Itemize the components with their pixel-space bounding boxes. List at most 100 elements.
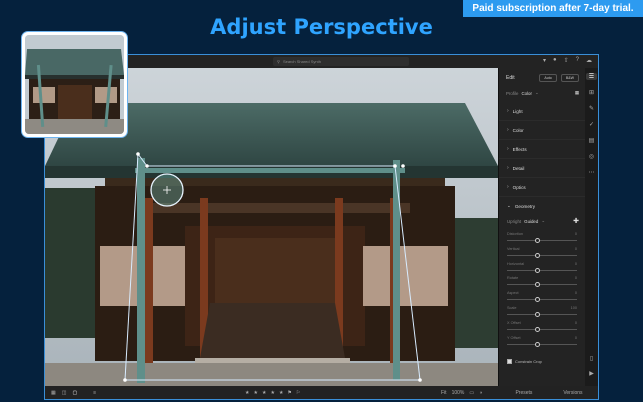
constrain-crop-checkbox[interactable] [507,359,512,365]
comment-icon[interactable]: ▯ [590,355,593,362]
slider-knob[interactable] [535,282,540,288]
section-label: Optics [512,184,526,190]
profile-value: Color [521,90,532,96]
slider-knob[interactable] [535,267,540,273]
chevron-right-icon: › [507,146,509,152]
versions-tab[interactable]: Versions [563,390,582,396]
slider-aspect[interactable]: Aspect 0 [499,288,585,303]
section-geometry[interactable]: ⌄ Geometry [499,197,585,209]
slider-knob[interactable] [535,311,540,317]
healing-brush-icon[interactable]: ✎ [589,105,594,112]
auto-button[interactable]: Auto [539,74,557,82]
slider-value: 0 [574,335,577,340]
radial-gradient-icon[interactable]: ◎ [589,153,594,160]
slider-track[interactable] [507,284,577,286]
search-placeholder: Search Shared Synth [282,59,321,64]
chevron-right-icon: › [507,108,509,114]
zoom-percent[interactable]: 100% [452,390,465,396]
section-label: Light [512,108,523,114]
edit-sliders-icon[interactable]: ☰ [586,73,597,80]
profile-browser-icon[interactable]: ▦ [575,90,579,96]
chevron-down-icon: ⌄ [541,218,546,223]
upload-icon[interactable]: ⇧ [564,57,569,64]
slider-track[interactable] [507,269,577,271]
person-icon[interactable]: ● [553,57,557,64]
square-grid-icon[interactable]: ◫ [62,390,67,396]
flag-icon[interactable]: ⚑ [287,390,291,396]
grid-view-icon[interactable]: ▦ [51,390,56,396]
slider-vertical[interactable]: Vertical 0 [499,244,585,259]
slider-track[interactable] [507,254,577,256]
slider-distortion[interactable]: Distortion 0 [499,229,585,244]
slider-scale[interactable]: Scale 100 [499,303,585,318]
slider-label: Vertical [507,246,520,251]
star-icon[interactable]: ★ [279,390,283,396]
star-icon[interactable]: ★ [245,390,249,396]
upright-row[interactable]: Upright Guided ⌄ ✚ [499,209,585,225]
detail-view-icon[interactable]: ▢ [72,390,77,396]
slider-value: 0 [574,246,577,251]
section-light[interactable]: › Light [499,102,585,121]
slider-knob[interactable] [535,252,540,258]
slider-track[interactable] [507,299,577,301]
slider-horizontal[interactable]: Horizontal 0 [499,259,585,274]
help-icon[interactable]: ? [576,57,579,64]
section-optics[interactable]: › Optics [499,178,585,197]
slider-x-offset[interactable]: X Offset 0 [499,318,585,333]
constrain-crop-row[interactable]: Constrain Crop [499,347,585,365]
top-icons: ▾ ● ⇧ ? ☁ [543,57,592,64]
slider-rotate[interactable]: Rotate 0 [499,273,585,288]
search-field[interactable]: ⚲ Search Shared Synth [273,57,409,66]
section-color[interactable]: › Color [499,121,585,140]
linear-gradient-icon[interactable]: ▤ [589,137,595,144]
brush-icon[interactable]: ✓ [589,121,594,128]
cloud-icon[interactable]: ☁ [586,57,592,64]
slider-label: Aspect [507,291,519,296]
slider-track[interactable] [507,240,577,241]
presets-tab[interactable]: Presets [515,390,532,396]
guided-upright-tool-icon[interactable]: ✚ [573,217,579,225]
star-icon[interactable]: ★ [253,390,257,396]
profile-row[interactable]: Profile Color ⌄ ▦ [499,82,585,96]
slider-track[interactable] [507,328,577,330]
section-detail[interactable]: › Detail [499,159,585,178]
slider-knob[interactable] [535,341,540,347]
chevron-right-icon: › [507,127,509,133]
star-icon[interactable]: ★ [270,390,274,396]
sort-icon[interactable]: ≡ [93,390,96,396]
compare-icon[interactable]: ▭ [469,390,474,396]
temple-before-photo [25,35,124,134]
auto-bw-buttons: Auto B&W [539,74,579,82]
slider-track[interactable] [507,313,577,315]
edit-title: Edit [506,75,515,81]
panel-tabs: Presets Versions [500,390,598,396]
search-icon: ⚲ [277,59,280,64]
bottom-bar: ▦ ◫ ▢ ≡ ★ ★ ★ ★ ★ ⚑ ⚐ Fit 100% ▭ ◑ Prese… [45,386,598,399]
slider-y-offset[interactable]: Y Offset 0 [499,333,585,348]
chevron-right-icon: › [507,184,509,190]
star-icon[interactable]: ★ [262,390,266,396]
zoom-fit[interactable]: Fit [441,390,447,396]
slider-label: Rotate [507,276,519,281]
slider-knob[interactable] [535,326,540,332]
slider-value: 0 [574,291,577,296]
slider-label: X Offset [507,320,521,325]
section-label: Color [512,127,524,133]
upright-value: Guided [524,218,539,224]
more-icon[interactable]: ⋯ [589,169,595,176]
section-effects[interactable]: › Effects [499,140,585,159]
slider-knob[interactable] [535,238,540,243]
tag-icon[interactable]: ▶ [589,370,594,377]
slider-track[interactable] [507,343,577,345]
bw-button[interactable]: B&W [560,74,579,82]
filter-icon[interactable]: ▾ [543,57,546,64]
before-after-icon[interactable]: ◑ [479,390,482,396]
slider-label: Scale [507,305,517,310]
slider-knob[interactable] [535,297,540,303]
chevron-down-icon: ⌄ [507,203,511,208]
before-thumbnail [21,31,128,138]
rating-flags: ★ ★ ★ ★ ★ ⚑ ⚐ [245,390,300,396]
slider-value: 0 [574,232,577,236]
reject-flag-icon[interactable]: ⚐ [296,390,300,396]
crop-icon[interactable]: ⊞ [589,89,594,96]
